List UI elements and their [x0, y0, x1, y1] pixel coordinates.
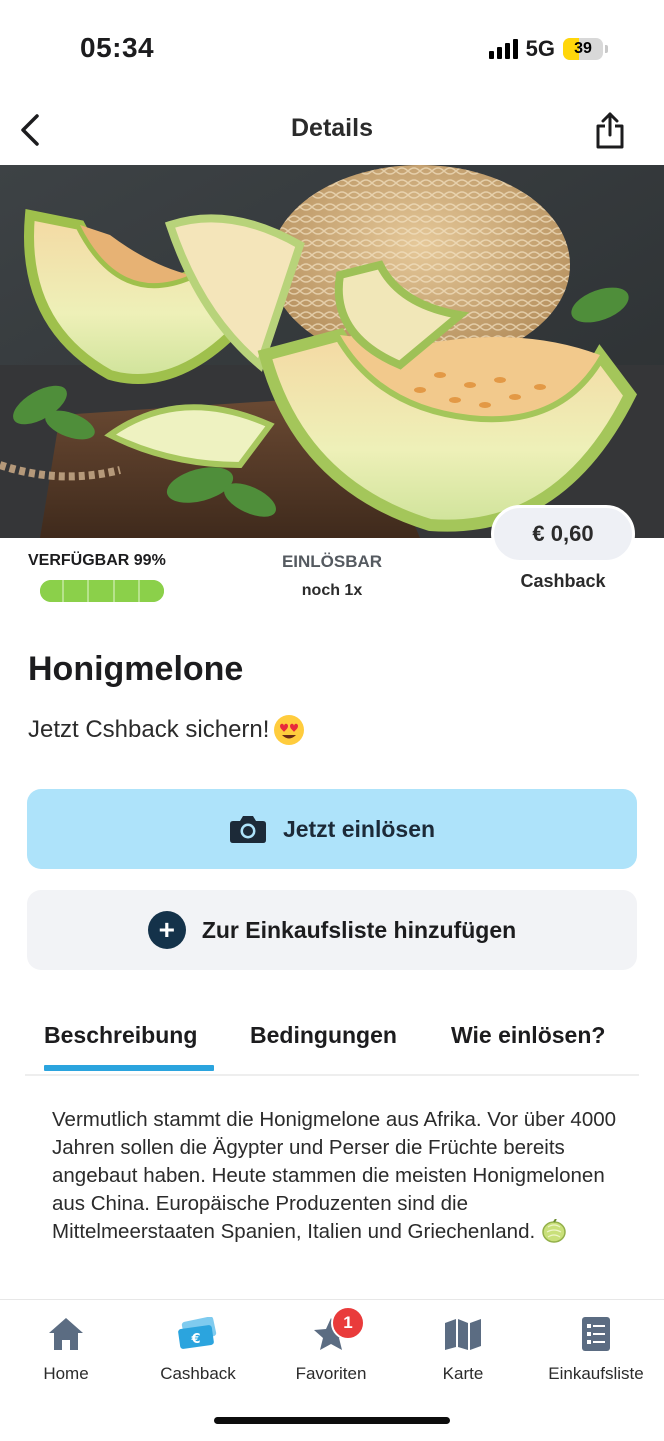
availability-segment [65, 580, 90, 602]
signal-icon [488, 39, 518, 59]
product-subtitle-text: Jetzt Cshback sichern! [28, 716, 270, 743]
redeemable-label: EINLÖSBAR [281, 552, 383, 571]
nav-header: Details [0, 100, 664, 164]
share-icon [596, 112, 624, 149]
redeem-button[interactable]: Jetzt einlösen [27, 789, 637, 869]
favorites-badge: 1 [331, 1306, 365, 1340]
nav-cashback-label: Cashback [160, 1364, 236, 1383]
tab-wie-einloesen[interactable]: Wie einlösen? [451, 1022, 605, 1049]
availability-segment [142, 580, 164, 602]
active-tab-indicator [44, 1065, 214, 1071]
nav-cashback[interactable]: € Cashback [132, 1314, 264, 1384]
nav-home[interactable]: Home [0, 1314, 132, 1384]
page-title: Details [291, 114, 373, 142]
battery-tip [605, 45, 608, 53]
tab-beschreibung[interactable]: Beschreibung [44, 1022, 197, 1049]
nav-karte-label: Karte [442, 1364, 484, 1383]
add-to-list-label: Zur Einkaufsliste hinzufügen [201, 916, 517, 943]
cashback-label: Cashback [520, 571, 606, 591]
redeem-button-label: Jetzt einlösen [282, 815, 436, 842]
home-icon [49, 1318, 83, 1350]
cashback-amount-badge: € 0,60 [491, 505, 635, 563]
availability-segment [116, 580, 141, 602]
availability-label: VERFÜGBAR 99% [28, 552, 166, 569]
heart-eyes-emoji [274, 715, 305, 745]
camera-icon [229, 816, 266, 843]
status-time: 05:34 [80, 32, 155, 63]
description-text: Vermutlich stammt die Honigmelone aus Af… [52, 1106, 622, 1246]
plus-circle-icon: + [147, 911, 186, 949]
add-to-list-button[interactable]: + Zur Einkaufsliste hinzufügen [27, 890, 637, 970]
melon-emoji [542, 1218, 566, 1243]
product-image [0, 165, 664, 538]
nav-favoriten-label: Favoriten [295, 1364, 367, 1383]
cashback-euro-icon: € [178, 1317, 217, 1349]
map-icon [445, 1319, 481, 1350]
detail-tabs: Beschreibung Bedingungen Wie einlösen? [25, 1016, 639, 1076]
checklist-icon [582, 1317, 610, 1351]
nav-einkaufsliste[interactable]: Einkaufsliste [530, 1314, 662, 1384]
product-subtitle: Jetzt Cshback sichern! [28, 714, 305, 746]
home-indicator[interactable] [214, 1417, 450, 1424]
nav-einkaufsliste-label: Einkaufsliste [548, 1364, 644, 1383]
network-type: 5G [525, 36, 555, 61]
nav-favoriten[interactable]: 1 Favoriten [265, 1306, 397, 1384]
share-button[interactable] [588, 106, 632, 154]
availability-segment [40, 580, 64, 602]
tab-bedingungen[interactable]: Bedingungen [250, 1022, 397, 1049]
description-body: Vermutlich stammt die Honigmelone aus Af… [52, 1108, 617, 1243]
nav-home-label: Home [43, 1364, 89, 1383]
status-indicators: 5G 39 [488, 36, 608, 62]
melon-illustration [0, 165, 664, 538]
availability-segment [91, 580, 115, 602]
battery-icon: 39 [563, 38, 603, 60]
availability-bar [40, 580, 164, 602]
battery-level: 39 [574, 40, 592, 57]
nav-karte[interactable]: Karte [397, 1314, 529, 1384]
svg-text:€: € [190, 1332, 200, 1347]
product-title: Honigmelone [28, 650, 244, 688]
redeemable-value: noch 1x [301, 582, 363, 599]
status-bar: 05:34 5G 39 [0, 0, 664, 100]
